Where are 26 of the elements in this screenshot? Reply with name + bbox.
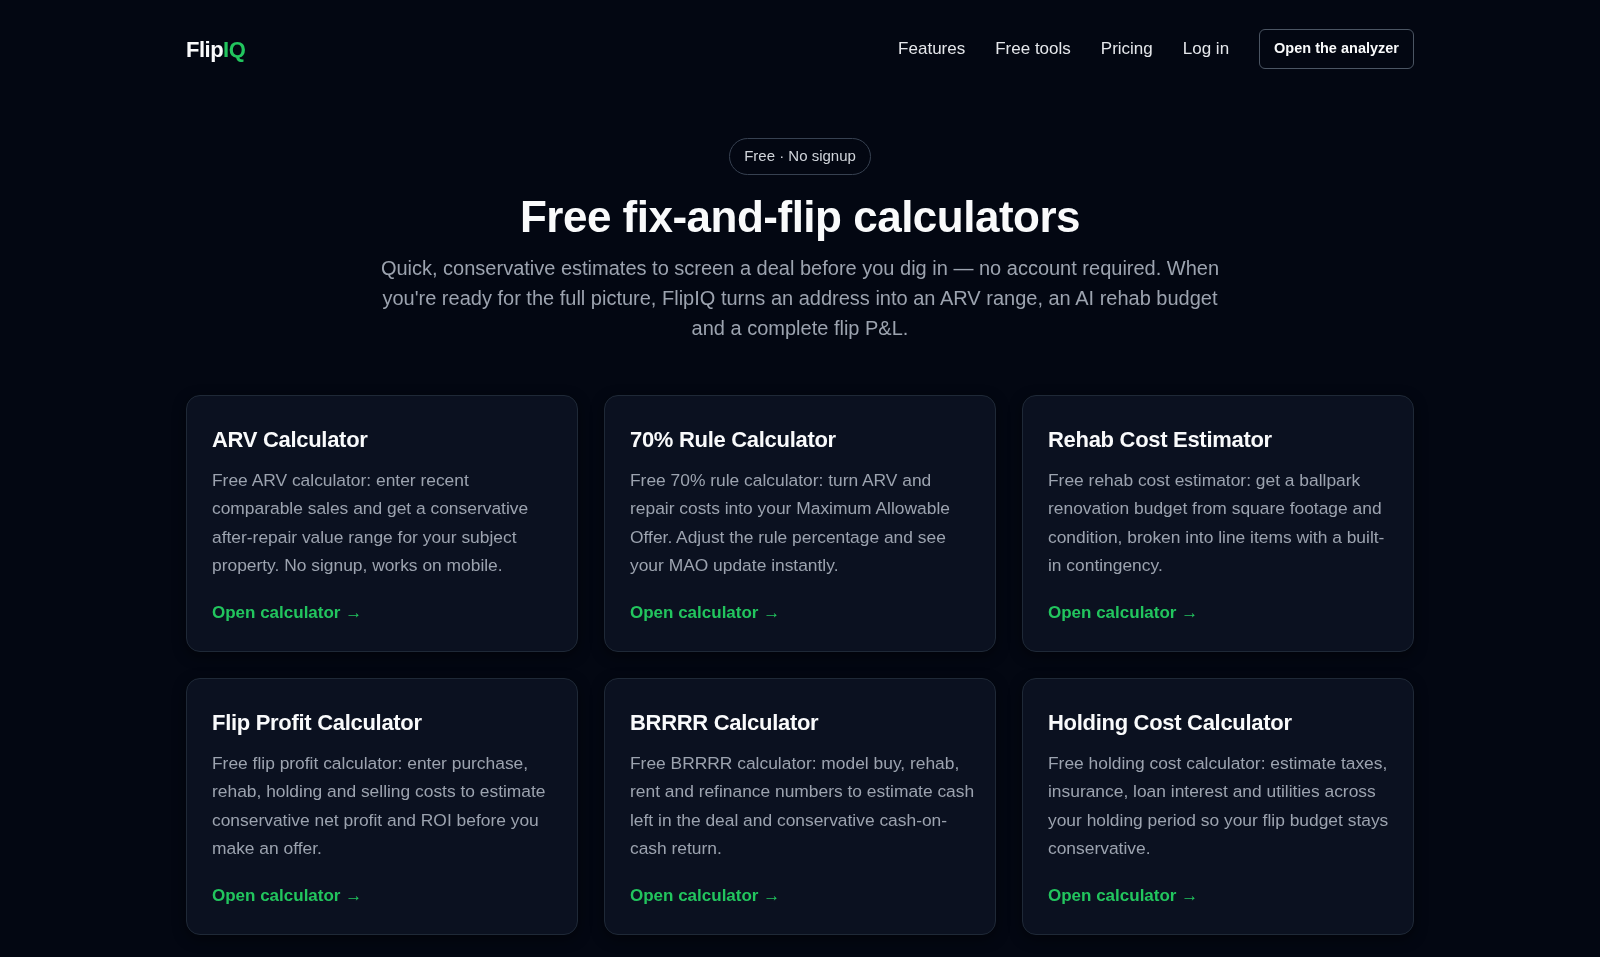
- open-calculator-link[interactable]: Open calculator →: [630, 602, 781, 622]
- card-title: Rehab Cost Estimator: [1048, 427, 1273, 454]
- card-title: 70% Rule Calculator: [630, 427, 837, 454]
- nav-link[interactable]: Features: [898, 36, 966, 62]
- page-title: Free fix-and-flip calculators: [518, 190, 1082, 243]
- card-title: Flip Profit Calculator: [212, 710, 423, 737]
- card-title: Holding Cost Calculator: [1048, 710, 1293, 737]
- card-title: BRRRR Calculator: [630, 710, 820, 737]
- card-description: Free rehab cost estimator: get a ballpark renovation budget from square footage and condition, broken into line items with a built-in contingency.: [1048, 468, 1386, 578]
- open-calculator-link[interactable]: Open calculator →: [630, 885, 781, 905]
- intro-paragraph: Quick, conservative estimates to screen a deal before you dig in — no account required. When you're ready for the full picture, FlipIQ turns an address into an ARV range, an AI rehab budget and a complete flip P&L.: [379, 256, 1221, 342]
- open-calculator-link[interactable]: Open calculator →: [212, 885, 363, 905]
- nav-link[interactable]: Pricing: [1100, 36, 1153, 62]
- card-description: Free holding cost calculator: estimate taxes, insurance, loan interest and utilities across your holding period so your flip budget stays conservative.: [1048, 751, 1390, 861]
- card-description: Free BRRRR calculator: model buy, rehab, rent and refinance numbers to estimate cash left in the deal and conservative cash-on-cash return.: [630, 751, 975, 861]
- card-description: Free ARV calculator: enter recent comparable sales and get a conservative after-repair value range for your subject property. No signup, works on mobile.: [212, 468, 530, 578]
- open-calculator-link[interactable]: Open calculator →: [1048, 602, 1199, 622]
- card-title: ARV Calculator: [212, 427, 369, 454]
- card-description: Free flip profit calculator: enter purchase, rehab, holding and selling costs to estimate conservative net profit and ROI before you make an offer.: [212, 751, 547, 861]
- open-calculator-link[interactable]: Open calculator →: [212, 602, 363, 622]
- card-description: Free 70% rule calculator: turn ARV and repair costs into your Maximum Allowable Offer. Adjust the rule percentage and see your MAO update instantly.: [630, 468, 951, 578]
- logo[interactable]: FlipIQ: [186, 32, 246, 66]
- nav-link[interactable]: Log in: [1182, 36, 1230, 62]
- open-calculator-link[interactable]: Open calculator →: [1048, 885, 1199, 905]
- open-analyzer-button[interactable]: Open the analyzer: [1259, 29, 1414, 69]
- nav-link[interactable]: Free tools: [995, 36, 1071, 62]
